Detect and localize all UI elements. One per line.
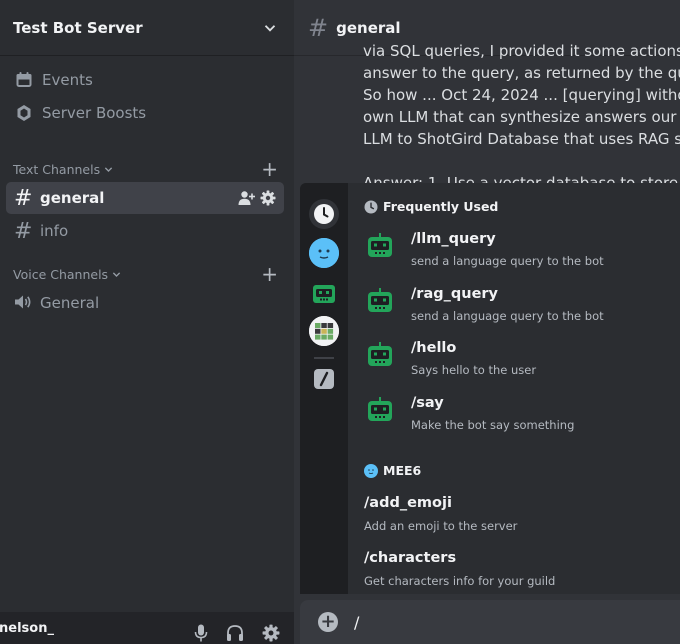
channel-label: General xyxy=(40,294,100,312)
command-name: /rag_query xyxy=(411,286,498,302)
command-item[interactable]: /hello Says hello to the user xyxy=(364,334,680,386)
command-item[interactable]: /characters Get characters info for your… xyxy=(364,550,680,602)
user-panel: nelson_ xyxy=(0,612,294,644)
command-description: send a language query to the bot xyxy=(411,254,604,268)
command-description: Add an emoji to the server xyxy=(364,519,518,533)
chat-area: # general via SQL queries, I provided it… xyxy=(294,0,680,644)
speaker-icon xyxy=(14,291,32,316)
bot-avatar-icon xyxy=(368,342,392,366)
command-description: Get characters info for your guild xyxy=(364,574,556,588)
voice-channel-general[interactable]: General xyxy=(6,287,284,319)
clock-icon xyxy=(364,200,378,213)
command-name: /llm_query xyxy=(411,231,496,247)
channel-label: info xyxy=(40,222,69,240)
message-line: So how ... Oct 24, 2024 ... [querying] w… xyxy=(363,86,680,104)
message-line: answer to the query, as returned by the … xyxy=(363,64,680,82)
hash-icon: # xyxy=(308,13,329,42)
bot-avatar-icon xyxy=(368,397,392,421)
command-name: /add_emoji xyxy=(364,495,452,511)
rail-grid-app-icon[interactable] xyxy=(309,316,339,346)
message-input-bar[interactable]: + / xyxy=(300,600,680,644)
rail-bot-icon[interactable] xyxy=(309,278,339,308)
bot-avatar-icon xyxy=(368,233,392,257)
command-description: Make the bot say something xyxy=(411,418,575,432)
command-item[interactable]: /say Make the bot say something xyxy=(364,389,680,441)
boost-gem-icon xyxy=(14,103,34,123)
channel-label: general xyxy=(40,189,105,207)
command-item[interactable]: /llm_query send a language query to the … xyxy=(364,225,680,277)
chevron-down-icon xyxy=(112,271,121,277)
rail-separator xyxy=(314,357,334,359)
channel-info[interactable]: # info xyxy=(6,215,284,247)
rail-slash-commands-icon[interactable] xyxy=(309,364,339,394)
command-picker: Frequently Used /llm_query send a langua… xyxy=(300,183,680,594)
message-line xyxy=(363,150,680,172)
channel-title: general xyxy=(336,18,401,37)
add-channel-icon[interactable]: + xyxy=(261,159,278,179)
command-name: /characters xyxy=(364,550,457,566)
calendar-icon xyxy=(14,70,34,90)
gear-icon[interactable] xyxy=(260,190,276,206)
message-line: via SQL queries, I provided it some acti… xyxy=(363,42,680,60)
command-item[interactable]: /rag_query send a language query to the … xyxy=(364,280,680,332)
events-label: Events xyxy=(42,71,93,89)
app-rail xyxy=(300,183,348,594)
events-item[interactable]: Events xyxy=(6,64,284,96)
command-name: /hello xyxy=(411,340,457,356)
category-text-channels[interactable]: Text Channels + xyxy=(13,159,278,179)
rail-mee6-icon[interactable] xyxy=(309,238,339,268)
add-channel-icon[interactable]: + xyxy=(261,264,278,284)
chevron-down-icon xyxy=(104,166,113,172)
section-header-label: Frequently Used xyxy=(383,199,499,214)
section-header-frequent: Frequently Used xyxy=(364,199,498,214)
category-label: Text Channels xyxy=(13,161,101,177)
message-line: own LLM that can synthesize answers our … xyxy=(363,108,680,126)
server-header[interactable]: Test Bot Server xyxy=(0,0,294,56)
add-attachment-icon[interactable]: + xyxy=(318,612,338,632)
category-voice-channels[interactable]: Voice Channels + xyxy=(13,264,278,284)
command-description: send a language query to the bot xyxy=(411,309,604,323)
user-settings-gear-icon[interactable] xyxy=(262,624,280,642)
command-description: Says hello to the user xyxy=(411,363,537,377)
command-list: Frequently Used /llm_query send a langua… xyxy=(348,183,680,594)
username: nelson_ xyxy=(0,620,54,636)
microphone-icon[interactable] xyxy=(194,624,208,642)
channel-sidebar: Test Bot Server Events Server Boosts Tex… xyxy=(0,0,294,644)
mee6-icon xyxy=(364,463,378,478)
channel-general[interactable]: # general xyxy=(6,182,284,214)
hash-icon: # xyxy=(14,218,33,244)
message-input[interactable]: / xyxy=(354,613,359,632)
invite-user-icon[interactable] xyxy=(238,190,255,206)
command-item[interactable]: /add_emoji Add an emoji to the server xyxy=(364,495,680,547)
category-label: Voice Channels xyxy=(13,266,109,282)
hash-icon: # xyxy=(14,185,33,211)
headphones-icon[interactable] xyxy=(226,624,244,642)
section-header-label: MEE6 xyxy=(383,463,422,478)
server-name: Test Bot Server xyxy=(13,18,143,37)
section-header-mee6: MEE6 xyxy=(364,463,421,478)
command-name: /say xyxy=(411,395,444,411)
rail-frequent-clock-icon[interactable] xyxy=(309,199,339,229)
server-boosts-label: Server Boosts xyxy=(42,104,147,122)
message-line: LLM to ShotGird Database that uses RAG s… xyxy=(363,130,680,148)
chevron-down-icon xyxy=(264,24,276,32)
server-boosts-item[interactable]: Server Boosts xyxy=(6,97,284,129)
message-content: via SQL queries, I provided it some acti… xyxy=(363,40,680,194)
bot-avatar-icon xyxy=(368,288,392,312)
